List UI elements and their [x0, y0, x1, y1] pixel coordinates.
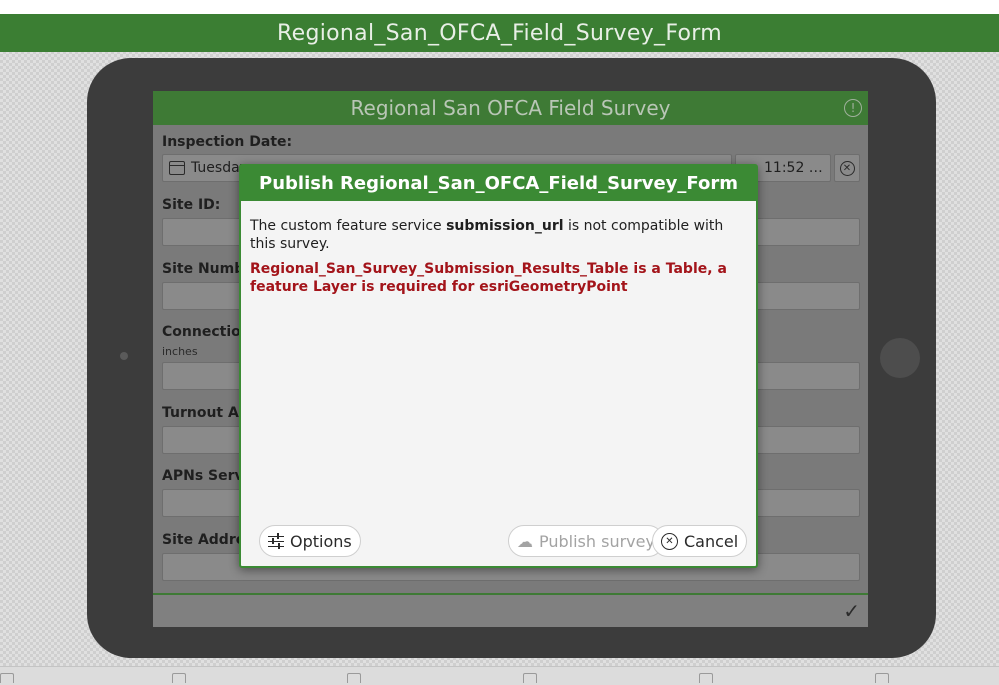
connection-label: Connection [162, 324, 251, 340]
app-header: Regional_San_OFCA_Field_Survey_Form [0, 14, 999, 52]
toolbar-icon-6[interactable] [875, 673, 889, 683]
survey-title: Regional San OFCA Field Survey [350, 96, 671, 120]
close-icon: ✕ [661, 532, 678, 550]
publish-label: Publish survey [539, 531, 655, 551]
checkmark-icon[interactable]: ✓ [843, 599, 860, 623]
inspection-date-label: Inspection Date: [162, 134, 293, 150]
bottom-toolbar [0, 666, 999, 685]
cancel-label: Cancel [684, 531, 739, 551]
survey-header: Regional San OFCA Field Survey ! [153, 91, 868, 125]
dialog-title: Publish Regional_San_OFCA_Field_Survey_F… [241, 166, 756, 201]
message-prefix: The custom feature service [250, 218, 442, 234]
home-button [880, 338, 920, 378]
cloud-upload-icon: ☁ [517, 531, 533, 551]
camera-dot [120, 352, 128, 360]
sliders-icon [268, 533, 284, 549]
clear-date-button[interactable]: ✕ [834, 154, 860, 182]
toolbar-icon-4[interactable] [523, 673, 537, 683]
toolbar-icon-1[interactable] [0, 673, 14, 683]
publish-dialog: Publish Regional_San_OFCA_Field_Survey_F… [239, 164, 758, 568]
time-value: 11:52 … [764, 160, 823, 176]
app-title: Regional_San_OFCA_Field_Survey_Form [277, 20, 722, 46]
clear-icon: ✕ [839, 160, 855, 176]
calendar-icon [169, 161, 185, 175]
toolbar-icon-3[interactable] [347, 673, 361, 683]
message-service-name: submission_url [446, 218, 564, 234]
dialog-message: The custom feature service submission_ur… [250, 217, 740, 253]
survey-footer: ✓ [153, 593, 868, 627]
top-strip [0, 0, 999, 14]
connection-sublabel: inches [162, 345, 198, 358]
options-label: Options [290, 531, 352, 551]
toolbar-icon-5[interactable] [699, 673, 713, 683]
options-button[interactable]: Options [259, 525, 361, 557]
info-icon[interactable]: ! [844, 99, 862, 117]
site-id-label: Site ID: [162, 197, 221, 213]
cancel-button[interactable]: ✕ Cancel [652, 525, 748, 557]
dialog-error: Regional_San_Survey_Submission_Results_T… [250, 261, 727, 295]
publish-survey-button[interactable]: ☁ Publish survey [508, 525, 664, 557]
toolbar-icon-2[interactable] [172, 673, 186, 683]
